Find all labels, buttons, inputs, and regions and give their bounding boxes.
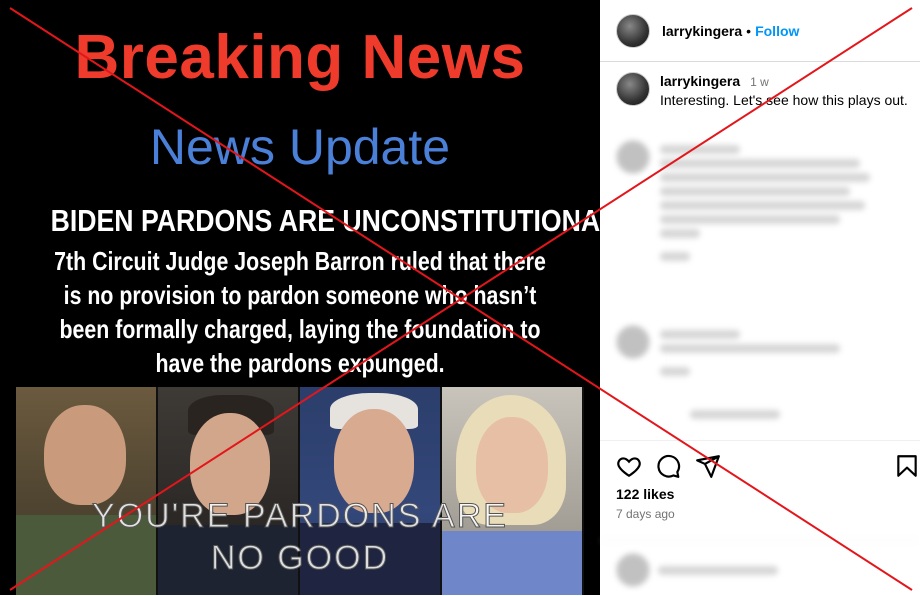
comments-list-blurred — [600, 130, 920, 435]
follow-button[interactable]: Follow — [755, 23, 799, 39]
action-bar — [600, 440, 920, 491]
caption-line: NO GOOD — [210, 539, 390, 578]
share-icon[interactable] — [695, 453, 721, 479]
header-username[interactable]: larrykingera — [662, 23, 742, 39]
heart-icon[interactable] — [616, 453, 642, 479]
image-caption-overlay: YOU'RE PARDONS ARE NO GOOD — [0, 495, 600, 579]
post-body-line: been formally charged, laying the founda… — [59, 314, 541, 344]
avatar[interactable] — [616, 72, 650, 106]
list-item — [616, 325, 880, 381]
likes-count[interactable]: 122 likes — [616, 486, 674, 502]
comment-icon[interactable] — [655, 453, 681, 479]
header-separator: • — [746, 22, 752, 39]
caption-time[interactable]: 1 w — [750, 75, 769, 89]
caption-line: YOU'RE PARDONS ARE — [92, 497, 508, 536]
post-body-line: have the pardons expunged. — [155, 348, 445, 378]
caption-comment: larrykingera 1 w Interesting. Let's see … — [616, 72, 908, 109]
caption-text-block: larrykingera 1 w Interesting. Let's see … — [660, 72, 908, 109]
add-comment-blurred — [600, 540, 920, 596]
post-body-text: 7th Circuit Judge Joseph Barron ruled th… — [54, 244, 546, 380]
post-header: larrykingera • Follow — [600, 0, 920, 62]
post-timestamp[interactable]: 7 days ago — [616, 507, 675, 521]
post-sidebar: larrykingera • Follow larrykingera 1 w I… — [600, 0, 920, 595]
avatar[interactable] — [616, 13, 650, 48]
post-body-line: 7th Circuit Judge Joseph Barron ruled th… — [54, 246, 546, 276]
post-headline: BIDEN PARDONS ARE UNCONSTITUTIONAL! — [50, 203, 600, 238]
post-body-line: is no provision to pardon someone who ha… — [63, 280, 537, 310]
caption-text: Interesting. Let's see how this plays ou… — [660, 92, 908, 108]
post-image: Breaking News News Update BIDEN PARDONS … — [0, 0, 600, 595]
breaking-news-title: Breaking News — [74, 23, 526, 92]
list-item — [616, 140, 880, 266]
bookmark-icon[interactable] — [894, 453, 920, 479]
news-update-subtitle: News Update — [149, 119, 451, 175]
caption-username[interactable]: larrykingera — [660, 73, 740, 89]
